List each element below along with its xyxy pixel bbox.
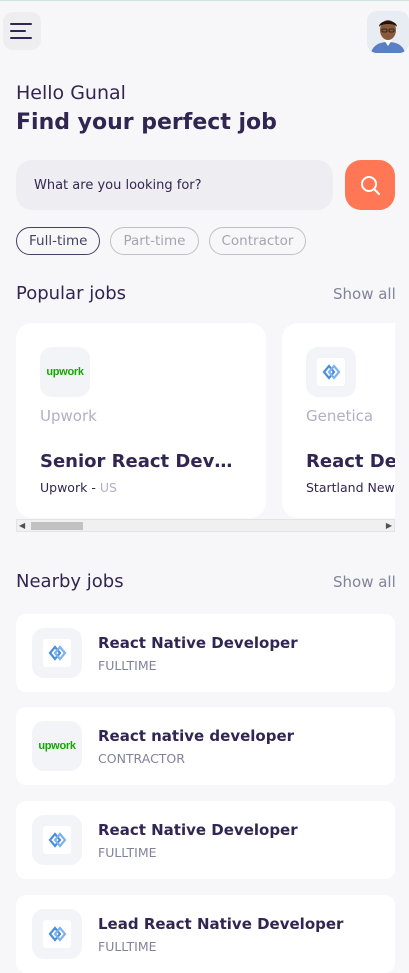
- scroll-right-arrow-icon[interactable]: ▶: [386, 520, 392, 531]
- nearby-job-card[interactable]: React Native Developer FULLTIME: [16, 614, 395, 692]
- profile-avatar[interactable]: [367, 11, 409, 53]
- job-title: React Native Developer: [98, 633, 298, 652]
- upwork-logo-text: upwork: [46, 366, 84, 378]
- search-input[interactable]: [32, 176, 316, 194]
- job-country: US: [99, 480, 117, 495]
- genetica-logo-icon: [43, 920, 71, 948]
- nearby-show-all-link[interactable]: Show all: [333, 573, 396, 591]
- popular-job-card[interactable]: upwork Upwork Senior React Developer Upw…: [16, 323, 266, 518]
- search-button[interactable]: [345, 160, 395, 210]
- location-separator: -: [87, 480, 100, 495]
- tab-full-time[interactable]: Full-time: [16, 227, 101, 255]
- genetica-logo-icon: [43, 639, 71, 667]
- app-header: [0, 0, 409, 60]
- job-title: React Developer: [306, 451, 395, 472]
- genetica-logo-icon: [43, 826, 71, 854]
- nearby-job-card[interactable]: upwork React native developer CONTRACTOR: [16, 707, 395, 785]
- genetica-logo-icon: [317, 358, 345, 386]
- menu-icon-line: [10, 37, 32, 39]
- tab-contractor[interactable]: Contractor: [208, 227, 307, 255]
- popular-job-card[interactable]: Genetica React Developer Startland New: [282, 323, 395, 518]
- job-title: React native developer: [98, 726, 295, 745]
- popular-jobs-title: Popular jobs: [16, 283, 127, 304]
- job-info: React native developer CONTRACTOR: [98, 727, 294, 766]
- job-type: FULLTIME: [98, 657, 157, 673]
- job-title: Senior React Developer: [40, 451, 242, 472]
- company-logo: [32, 815, 82, 865]
- menu-icon-line: [10, 23, 32, 25]
- nearby-jobs-title: Nearby jobs: [16, 571, 124, 592]
- job-location: Startland New: [306, 480, 395, 495]
- job-info: React Native Developer FULLTIME: [98, 821, 298, 860]
- popular-jobs-carousel[interactable]: upwork Upwork Senior React Developer Upw…: [16, 323, 395, 529]
- job-type-tabs: Full-time Part-time Contractor: [16, 227, 307, 255]
- company-logo: [306, 347, 356, 397]
- company-logo: upwork: [40, 347, 90, 397]
- company-logo: [32, 909, 82, 959]
- search-field[interactable]: [16, 160, 333, 210]
- upwork-logo-text: upwork: [38, 740, 76, 752]
- nearby-job-card[interactable]: React Native Developer FULLTIME: [16, 801, 395, 879]
- job-title: React Native Developer: [98, 820, 298, 839]
- menu-button[interactable]: [3, 12, 41, 50]
- company-logo: upwork: [32, 721, 82, 771]
- nearby-job-card[interactable]: Lead React Native Developer FULLTIME: [16, 895, 395, 973]
- scroll-left-arrow-icon[interactable]: ◀: [19, 520, 25, 531]
- page-headline: Find your perfect job: [16, 110, 277, 135]
- company-name: Upwork: [40, 407, 97, 425]
- employer-name: Upwork: [40, 480, 88, 495]
- job-type: CONTRACTOR: [98, 750, 185, 766]
- horizontal-scrollbar[interactable]: ◀ ▶: [16, 519, 395, 532]
- search-icon: [361, 176, 380, 195]
- job-info: React Native Developer FULLTIME: [98, 634, 298, 673]
- popular-show-all-link[interactable]: Show all: [333, 285, 396, 303]
- job-info: Lead React Native Developer FULLTIME: [98, 915, 343, 954]
- company-name: Genetica: [306, 407, 374, 425]
- job-location: Upwork - US: [40, 480, 242, 495]
- employer-name: Startland New: [306, 480, 395, 495]
- job-type: FULLTIME: [98, 844, 157, 860]
- avatar-icon: [367, 11, 409, 53]
- menu-icon-line: [10, 30, 26, 32]
- tab-part-time[interactable]: Part-time: [110, 227, 199, 255]
- greeting-text: Hello Gunal: [16, 82, 126, 104]
- scrollbar-thumb[interactable]: [31, 522, 83, 530]
- job-title: Lead React Native Developer: [98, 914, 344, 933]
- company-logo: [32, 628, 82, 678]
